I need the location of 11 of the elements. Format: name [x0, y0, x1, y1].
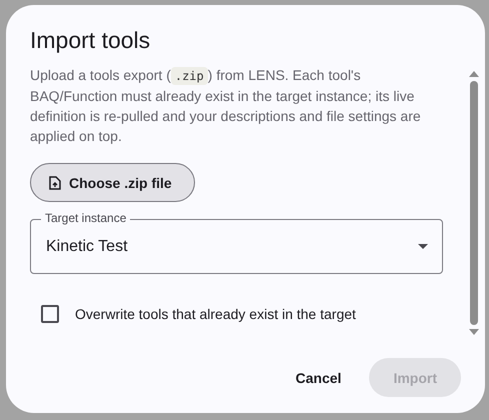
field-label: Target instance	[41, 211, 130, 225]
checkbox-label: Overwrite tools that already exist in the target	[75, 306, 356, 322]
dropdown-arrow-icon	[418, 244, 428, 249]
dialog-title: Import tools	[30, 27, 152, 54]
choose-file-button[interactable]: Choose .zip file	[30, 163, 195, 202]
select-value: Kinetic Test	[46, 238, 128, 256]
checkbox[interactable]	[41, 305, 59, 323]
text-button[interactable]: Cancel	[276, 358, 362, 397]
description-text: Upload a tools export ( .zip ) from LENS. Each tool's BAQ/Function must already exist in the target instance; its live definition is re-pulled and your descriptions and file settings are applied on top.	[30, 66, 422, 146]
file-upload-icon	[49, 176, 61, 190]
scrollbar[interactable]	[469, 71, 479, 335]
